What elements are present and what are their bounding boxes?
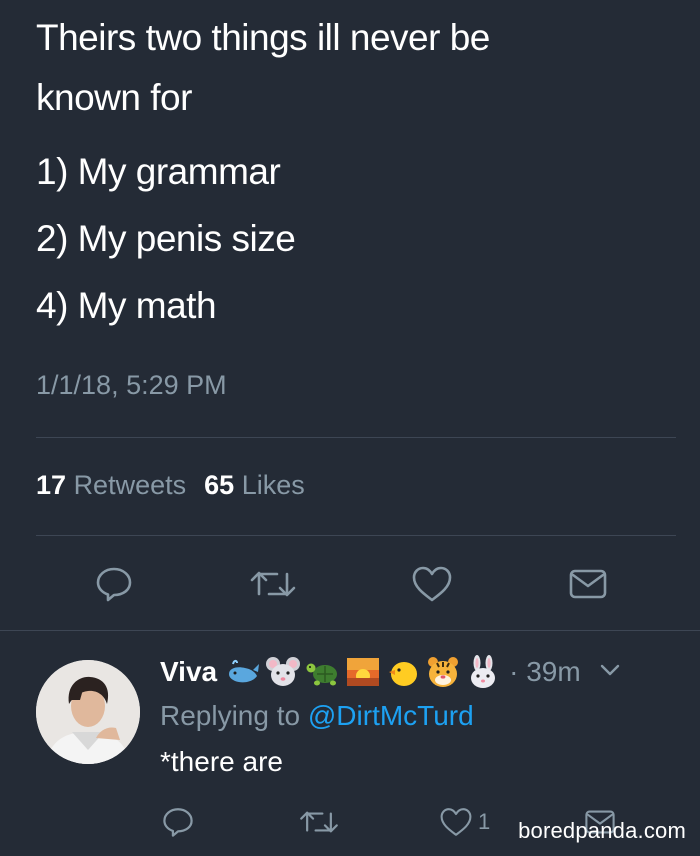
rabbit-emoji-icon — [471, 655, 496, 688]
replying-to-prefix: Replying to — [160, 700, 301, 731]
divider — [0, 630, 700, 631]
tweet-lead-text: Theirs two things ill never be known for — [36, 8, 676, 128]
like-button[interactable] — [408, 560, 456, 608]
retweet-icon — [250, 571, 296, 597]
tweet-text-line: known for — [36, 77, 192, 118]
turtle-emoji-icon — [306, 663, 338, 686]
envelope-icon — [569, 569, 607, 599]
share-button[interactable] — [564, 560, 612, 608]
more-options-button[interactable] — [599, 662, 621, 683]
reply-retweet-button[interactable] — [296, 802, 342, 842]
likes-label: Likes — [241, 470, 305, 500]
retweets-label: Retweets — [73, 470, 187, 500]
heart-icon — [440, 808, 472, 836]
heart-icon — [412, 566, 452, 602]
retweet-icon — [300, 811, 338, 833]
whale-emoji-icon — [229, 659, 260, 683]
tweet-list-item: 2) My penis size — [36, 218, 296, 259]
tiger-emoji-icon — [428, 657, 459, 687]
tweet-stats: 17 Retweets 65 Likes — [36, 470, 305, 501]
retweet-button[interactable] — [245, 560, 301, 608]
divider — [36, 535, 676, 536]
watermark: boredpanda.com — [518, 818, 686, 843]
tweet-timestamp[interactable]: 1/1/18, 5:29 PM — [36, 370, 227, 401]
tweet-list-item: 1) My grammar — [36, 151, 281, 192]
replying-to-handle[interactable]: @DirtMcTurd — [308, 700, 474, 731]
avatar-photo-icon — [36, 660, 140, 764]
retweets-count: 17 — [36, 470, 67, 500]
reply-text: *there are — [160, 746, 283, 777]
reply-reply-button[interactable] — [158, 802, 198, 842]
chevron-down-icon — [600, 664, 619, 675]
reply-like-button[interactable]: 1 — [438, 802, 490, 842]
reply-author-name[interactable]: Viva — [160, 656, 217, 688]
reply-button[interactable] — [90, 560, 138, 608]
retweets-stat[interactable]: 17 Retweets — [36, 470, 186, 500]
reply-header: Viva · 39m — [160, 650, 621, 694]
replying-to: Replying to @DirtMcTurd — [160, 700, 474, 732]
reply-icon — [163, 808, 193, 837]
reply-icon — [96, 567, 132, 602]
divider — [36, 437, 676, 438]
tweet-body: Theirs two things ill never be known for… — [36, 8, 676, 339]
name-emojis — [225, 654, 505, 690]
avatar[interactable] — [36, 660, 140, 764]
likes-stat[interactable]: 65 Likes — [204, 470, 305, 500]
mouse-emoji-icon — [266, 657, 301, 686]
sunrise-emoji-icon — [347, 658, 380, 686]
tweet-list-item: 4) My math — [36, 285, 217, 326]
reply-time[interactable]: · 39m — [509, 656, 581, 688]
tweet-text-line: Theirs two things ill never be — [36, 17, 490, 58]
likes-count: 65 — [204, 470, 235, 500]
reply-like-count: 1 — [478, 809, 491, 834]
chick-emoji-icon — [389, 662, 418, 686]
